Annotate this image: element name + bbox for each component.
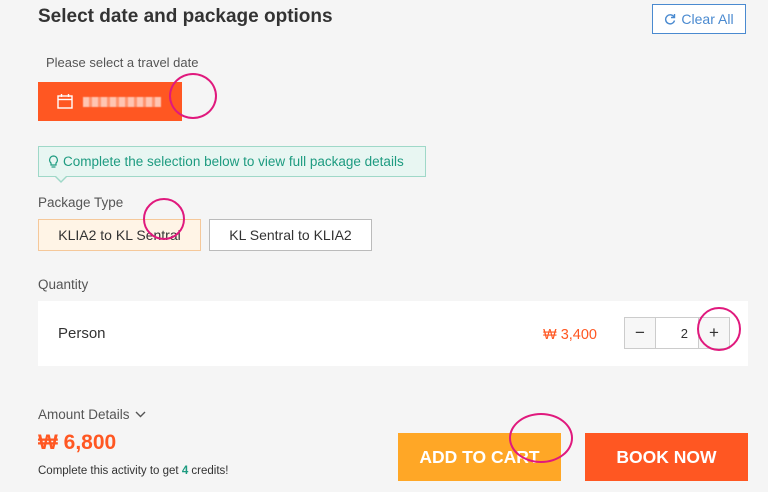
decrement-button[interactable]: − <box>624 317 656 349</box>
notice-pointer-fill <box>55 175 67 181</box>
quantity-item-name: Person <box>58 325 106 342</box>
notice-text: Complete the selection below to view ful… <box>63 154 404 169</box>
clear-all-button[interactable]: Clear All <box>652 4 746 34</box>
amount-details-label: Amount Details <box>38 407 130 422</box>
book-now-button[interactable]: BOOK NOW <box>585 433 748 481</box>
info-notice: Complete the selection below to view ful… <box>38 146 426 177</box>
increment-button[interactable]: + <box>698 317 730 349</box>
amount-details-toggle[interactable]: Amount Details <box>38 407 146 422</box>
credits-prefix: Complete this activity to get <box>38 465 182 477</box>
quantity-stepper: − 2 + <box>624 317 730 349</box>
add-to-cart-button[interactable]: ADD TO CART <box>398 433 561 481</box>
selected-date-redacted <box>83 96 161 107</box>
clear-all-label: Clear All <box>681 11 734 27</box>
credits-note: Complete this activity to get 4 credits! <box>38 465 228 477</box>
refresh-icon <box>665 14 676 25</box>
package-option-klia2-to-kl-sentral[interactable]: KLIA2 to KL Sentral <box>38 219 201 251</box>
credits-suffix: credits! <box>188 465 229 477</box>
lightbulb-icon <box>49 155 58 168</box>
date-picker-button[interactable] <box>38 82 182 121</box>
page-title: Select date and package options <box>38 6 333 27</box>
unit-price: ₩ 3,400 <box>543 327 597 343</box>
package-type-label: Package Type <box>38 195 124 210</box>
chevron-down-icon <box>135 411 146 418</box>
package-option-kl-sentral-to-klia2[interactable]: KL Sentral to KLIA2 <box>209 219 372 251</box>
travel-date-label: Please select a travel date <box>46 55 199 70</box>
quantity-label: Quantity <box>38 277 89 292</box>
total-amount: ₩ 6,800 <box>38 431 117 454</box>
quantity-value[interactable]: 2 <box>656 317 698 349</box>
calendar-icon <box>57 94 73 109</box>
